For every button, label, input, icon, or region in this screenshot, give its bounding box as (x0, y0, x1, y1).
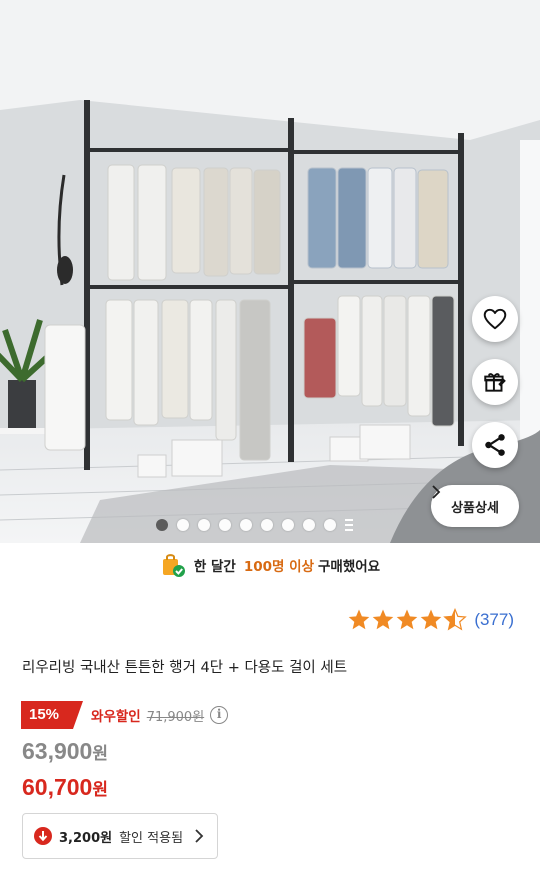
discount-arrow-icon (34, 827, 52, 845)
share-button[interactable] (472, 422, 518, 468)
shopping-bag-check-icon (162, 554, 185, 577)
discount-rate-badge: 15% (21, 701, 84, 729)
carousel-dot[interactable] (156, 519, 168, 531)
carousel-dot[interactable] (261, 519, 273, 531)
sale-price-value: 63,900 (22, 738, 93, 764)
wishlist-button[interactable] (472, 296, 518, 342)
carousel-dot[interactable] (198, 519, 210, 531)
rating-summary[interactable]: (377) (347, 608, 514, 632)
currency-unit: 원 (92, 744, 108, 764)
original-price: 71,900원 (146, 709, 205, 725)
carousel-dot[interactable] (282, 519, 294, 531)
carousel-dot[interactable] (303, 519, 315, 531)
currency-unit: 원 (92, 780, 108, 800)
gift-icon (484, 373, 506, 392)
sale-price: 63,900원 (22, 738, 108, 765)
purchase-suffix: 구매했어요 (318, 559, 381, 575)
purchase-count-banner: 한 달간 100명 이상 구매했어요 (0, 543, 540, 587)
carousel-dot[interactable] (240, 519, 252, 531)
product-detail-button[interactable]: 상품상세 (431, 485, 519, 527)
carousel-dot[interactable] (324, 519, 336, 531)
info-icon[interactable]: i (210, 706, 229, 724)
star-icon (421, 609, 442, 630)
half-star-icon (444, 608, 467, 630)
chevron-right-icon (195, 829, 204, 843)
purchase-prefix: 한 달간 (193, 559, 236, 575)
share-icon (485, 434, 505, 456)
coupon-amount: 3,200원 (59, 830, 113, 846)
chevron-right-icon (432, 485, 441, 499)
purchase-count: 100명 이상 (243, 559, 314, 575)
gift-button[interactable] (472, 359, 518, 405)
carousel-dot[interactable] (219, 519, 231, 531)
discount-row: 15% 와우할인 71,900원 i (21, 700, 229, 730)
product-image-carousel[interactable]: 상품상세 (0, 0, 540, 543)
review-count[interactable]: (377) (474, 610, 514, 630)
star-icon (349, 609, 370, 630)
coupon-label: 할인 적용됨 (119, 830, 184, 846)
carousel-more-icon (345, 519, 353, 531)
product-title: 리우리빙 국내산 튼튼한 행거 4단 + 다용도 걸이 세트 (22, 660, 348, 676)
wow-discount-label: 와우할인 (91, 709, 141, 725)
wow-price-value: 60,700 (22, 774, 93, 800)
coupon-discount-button[interactable]: 3,200원 할인 적용됨 (22, 813, 218, 859)
carousel-indicator (156, 519, 353, 531)
star-icon (397, 609, 418, 630)
star-rating (349, 608, 467, 630)
product-photo (0, 0, 540, 543)
carousel-dot[interactable] (177, 519, 189, 531)
heart-icon (483, 308, 507, 330)
wow-price: 60,700원 (22, 774, 108, 801)
star-icon (373, 609, 394, 630)
product-detail-label: 상품상세 (451, 500, 499, 516)
